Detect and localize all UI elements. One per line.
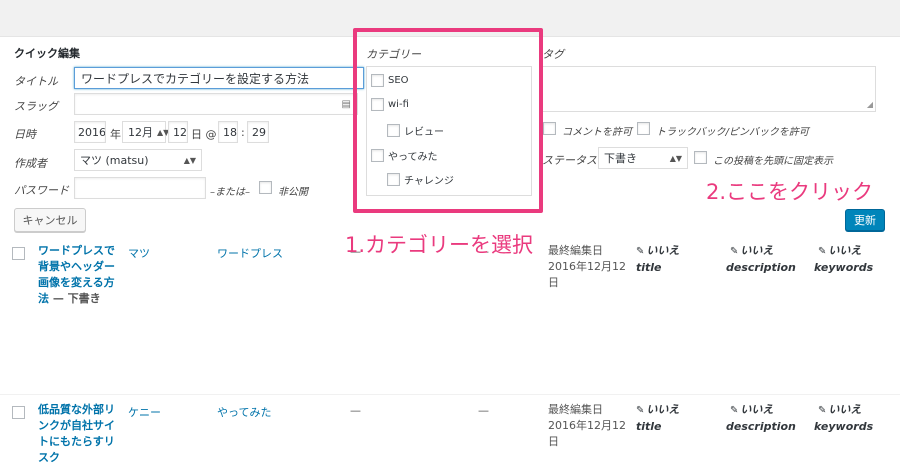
status-select[interactable]: 下書き ▲▼ (598, 147, 688, 169)
year-input[interactable]: 2016 (74, 121, 106, 143)
allow-comments-checkbox[interactable] (543, 122, 556, 135)
row-checkbox[interactable] (12, 406, 25, 419)
day-unit: 日 @ (191, 128, 217, 141)
row-checkbox[interactable] (12, 247, 25, 260)
private-label: 非公開 (278, 187, 308, 198)
date-value: 2016年12月12日 (548, 260, 626, 289)
slug-input[interactable]: ▤ (74, 93, 358, 115)
seo-description-cell: ✎ いいえ description (726, 243, 796, 276)
pencil-icon: ✎ (818, 246, 827, 257)
resize-handle-icon[interactable]: ◢ (867, 100, 873, 109)
tags-textarea[interactable]: ◢ (542, 66, 876, 112)
category-link[interactable]: やってみた (217, 404, 271, 420)
seo-key: title (636, 261, 662, 274)
table-row: ワードプレスで背景やヘッダー画像を変える方法 — 下書き マツ ワードプレス —… (0, 237, 900, 394)
author-link[interactable]: ケニー (128, 404, 161, 420)
pencil-icon: ✎ (818, 405, 827, 416)
seo-description-cell: ✎ いいえ description (726, 402, 796, 435)
update-button[interactable]: 更新 (845, 209, 885, 231)
post-title-link[interactable]: 低品質な外部リンクが自社サイトにもたらすリスク (38, 402, 116, 466)
chevron-updown-icon: ▲▼ (669, 153, 682, 163)
seo-status: いいえ (828, 403, 862, 416)
table-row: 低品質な外部リンクが自社サイトにもたらすリスク ケニー やってみた — — 最終… (0, 395, 900, 468)
chevron-updown-icon: ▲▼ (183, 155, 196, 165)
password-input[interactable] (74, 177, 206, 199)
author-label: 作成者 (14, 157, 47, 170)
seo-key: description (726, 261, 796, 274)
card-icon: ▤ (341, 98, 351, 110)
date-label-text: 最終編集日 (548, 403, 603, 416)
pencil-icon: ✎ (730, 246, 739, 257)
status-label: ステータス (542, 154, 597, 167)
cancel-button[interactable]: キャンセル (14, 208, 86, 232)
author-link[interactable]: マツ (128, 245, 150, 261)
post-state: — 下書き (49, 292, 101, 305)
seo-keywords-cell: ✎ いいえ keywords (814, 402, 873, 435)
sticky-checkbox[interactable] (694, 151, 707, 164)
hour-input[interactable]: 18 (218, 121, 238, 143)
seo-status: いいえ (740, 244, 774, 257)
comments-cell: — (478, 404, 489, 417)
date-cell: 最終編集日 2016年12月12日 (548, 402, 628, 450)
allow-comments-label: コメントを許可 (562, 127, 632, 138)
author-select[interactable]: マツ (matsu) ▲▼ (74, 149, 202, 171)
year-unit: 年 (110, 128, 121, 141)
annotation-step2: 2.ここをクリック (706, 180, 874, 204)
date-label-text: 最終編集日 (548, 244, 603, 257)
allow-pings-label: トラックバック/ピンバックを許可 (656, 127, 809, 138)
seo-status: いいえ (828, 244, 862, 257)
slug-label: スラッグ (14, 100, 58, 113)
post-title: 低品質な外部リンクが自社サイトにもたらすリスク (38, 403, 115, 464)
seo-status: いいえ (740, 403, 774, 416)
month-select[interactable]: 12月 ▲▼ (122, 121, 169, 143)
date-cell: 最終編集日 2016年12月12日 (548, 243, 628, 291)
tags-heading: タグ (542, 48, 564, 61)
seo-key: title (636, 420, 662, 433)
seo-title-cell: ✎ いいえ title (636, 243, 679, 276)
seo-status: いいえ (646, 403, 680, 416)
private-checkbox[interactable] (259, 181, 272, 194)
category-highlight-box (353, 28, 543, 213)
pencil-icon: ✎ (636, 246, 645, 257)
month-value: 12月 (128, 126, 153, 139)
tags-cell: — (350, 404, 361, 417)
pencil-icon: ✎ (730, 405, 739, 416)
seo-status: いいえ (646, 244, 680, 257)
sticky-label: この投稿を先頭に固定表示 (713, 156, 833, 167)
or-text: –または– (210, 187, 250, 198)
time-colon: : (241, 126, 245, 139)
seo-key: description (726, 420, 796, 433)
password-label: パスワード (14, 184, 69, 197)
seo-keywords-cell: ✎ いいえ keywords (814, 243, 873, 276)
seo-key: keywords (814, 420, 874, 433)
quick-edit-heading: クイック編集 (14, 47, 80, 60)
day-input[interactable]: 12 (168, 121, 188, 143)
annotation-step1: 1.カテゴリーを選択 (345, 233, 534, 257)
pencil-icon: ✎ (636, 405, 645, 416)
title-input[interactable]: ワードプレスでカテゴリーを設定する方法 (74, 67, 364, 89)
title-label: タイトル (14, 75, 58, 88)
seo-title-cell: ✎ いいえ title (636, 402, 679, 435)
category-link[interactable]: ワードプレス (217, 245, 283, 261)
status-value: 下書き (604, 152, 637, 165)
allow-pings-checkbox[interactable] (637, 122, 650, 135)
post-title-link[interactable]: ワードプレスで背景やヘッダー画像を変える方法 — 下書き (38, 243, 116, 307)
author-value: マツ (matsu) (80, 154, 149, 167)
seo-key: keywords (814, 261, 874, 274)
minute-input[interactable]: 29 (247, 121, 269, 143)
date-label: 日時 (14, 128, 36, 141)
date-value: 2016年12月12日 (548, 419, 626, 448)
